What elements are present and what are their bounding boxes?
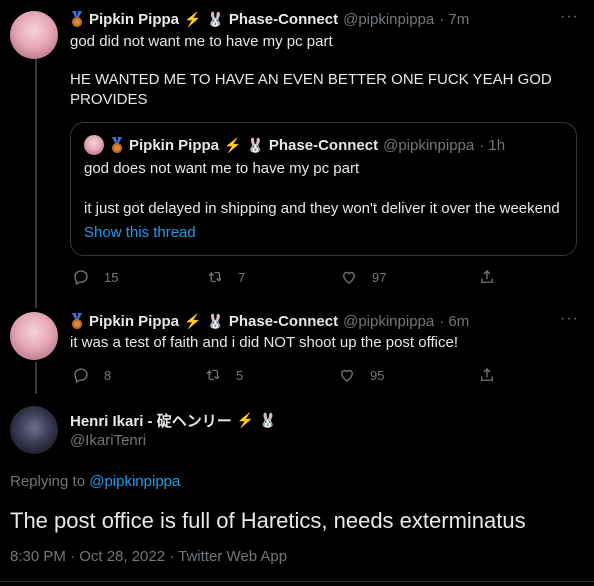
main-tweet-text: The post office is full of Haretics, nee… (10, 508, 526, 533)
share-icon (481, 368, 493, 381)
bunny-icon: 🐰 (206, 312, 224, 329)
like-button[interactable]: 97 (340, 268, 386, 286)
main-header: Henri Ikari - 碇ヘンリー ⚡ 🐰 (70, 410, 277, 430)
tweet-text-line: HE WANTED ME TO HAVE AN EVEN BETTER ONE … (70, 71, 552, 88)
plug-icon: ⚡ (184, 312, 202, 329)
quoted-header: Pipkin Pippa ⚡ 🐰 Phase-Connect @pipkinpi… (110, 135, 505, 155)
show-thread-link[interactable]: Show this thread (84, 223, 196, 243)
share-button[interactable] (478, 366, 496, 384)
medal-icon (110, 137, 124, 153)
timestamp[interactable]: · 6m (439, 313, 469, 330)
display-name[interactable]: Henri Ikari - 碇ヘンリー (70, 410, 232, 431)
bunny-icon: 🐰 (259, 411, 277, 428)
avatar[interactable] (10, 312, 58, 360)
avatar[interactable] (10, 406, 58, 454)
medal-icon (70, 11, 84, 27)
retweet-icon (208, 271, 222, 283)
tweet-text-line: god did not want me to have my pc part (70, 33, 333, 50)
handle[interactable]: @pipkinpippa (343, 11, 434, 28)
reply-icon (74, 270, 88, 286)
share-button[interactable] (478, 268, 496, 286)
more-icon[interactable]: ··· (560, 8, 579, 26)
replying-to: Replying to @pipkinpippa (10, 473, 180, 490)
thread-line (35, 362, 37, 394)
plug-icon: ⚡ (224, 136, 242, 153)
tweet-header: Pipkin Pippa ⚡ 🐰 Phase-Connect @pipkinpi… (70, 311, 469, 331)
affiliation[interactable]: Phase-Connect (229, 313, 338, 330)
reply-count: 8 (104, 367, 112, 383)
reply-button[interactable]: 15 (72, 268, 118, 286)
like-icon (343, 271, 355, 284)
tweet-text-line: PROVIDES (70, 91, 148, 108)
plug-icon: ⚡ (184, 10, 202, 27)
retweet-button[interactable]: 5 (204, 366, 243, 384)
affiliation[interactable]: Phase-Connect (229, 11, 338, 28)
thread-line (35, 58, 37, 308)
handle[interactable]: @IkariTenri (70, 432, 146, 449)
quoted-text-line: it just got delayed in shipping and they… (84, 200, 560, 217)
tweet-header: Pipkin Pippa ⚡ 🐰 Phase-Connect @pipkinpi… (70, 9, 469, 29)
like-count: 97 (372, 269, 387, 285)
avatar[interactable] (10, 11, 58, 59)
replying-prefix: Replying to (10, 473, 86, 490)
like-icon (341, 369, 353, 382)
tweet-text: it was a test of faith and i did NOT sho… (70, 334, 459, 351)
quoted-timestamp: · 1h (479, 136, 506, 154)
display-name[interactable]: Pipkin Pippa (89, 313, 179, 330)
tweet-meta[interactable]: 8:30 PM · Oct 28, 2022 · Twitter Web App (10, 548, 287, 565)
quoted-handle: @pipkinpippa (383, 136, 475, 154)
retweet-button[interactable]: 7 (206, 268, 245, 286)
medal-icon (70, 313, 84, 329)
divider (0, 581, 594, 582)
reply-button[interactable]: 8 (72, 366, 111, 384)
share-icon (481, 270, 493, 283)
quoted-text-line: god does not want me to have my pc part (84, 160, 360, 177)
retweet-count: 7 (238, 269, 246, 285)
quoted-display-name: Pipkin Pippa (129, 136, 220, 154)
bunny-icon: 🐰 (206, 10, 224, 27)
plug-icon: ⚡ (236, 411, 255, 428)
bunny-icon: 🐰 (246, 136, 264, 153)
quoted-affiliation: Phase-Connect (268, 136, 379, 154)
display-name[interactable]: Pipkin Pippa (89, 11, 179, 28)
like-count: 95 (370, 367, 385, 383)
handle[interactable]: @pipkinpippa (343, 313, 434, 330)
timestamp[interactable]: · 7m (439, 11, 469, 28)
replying-to-link[interactable]: @pipkinpippa (89, 473, 180, 490)
reply-icon (74, 368, 88, 384)
reply-count: 15 (104, 269, 119, 285)
more-icon[interactable]: ··· (560, 310, 579, 328)
like-button[interactable]: 95 (338, 366, 384, 384)
retweet-count: 5 (236, 367, 244, 383)
retweet-icon (206, 369, 220, 381)
quoted-avatar (84, 135, 104, 155)
